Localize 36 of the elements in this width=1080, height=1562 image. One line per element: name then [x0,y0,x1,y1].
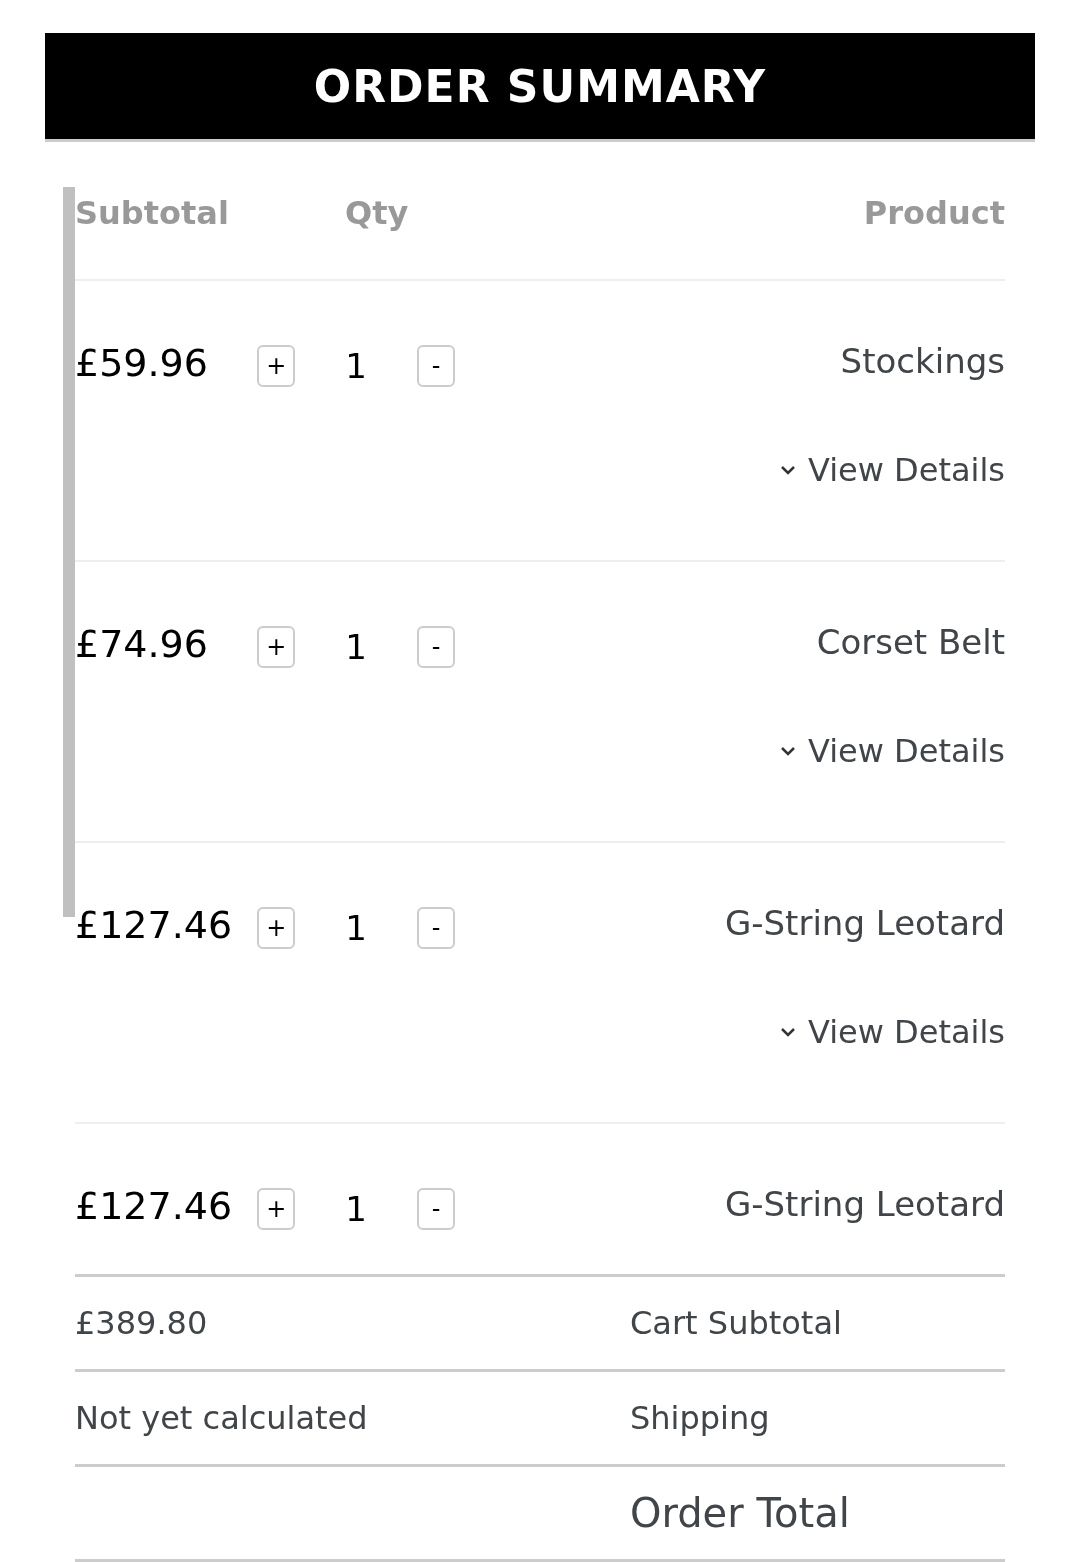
decrease-button[interactable]: - [417,626,455,668]
item-subtotal: £74.96 [75,622,209,666]
view-details-link[interactable]: View Details [779,1013,1005,1051]
total-value: Not yet calculated [75,1399,369,1437]
header-title: ORDER SUMMARY [45,33,1035,142]
quantity: 1 [345,627,367,667]
chevron-down-icon [779,465,796,475]
item-subtotal: £127.46 [75,1184,234,1228]
column-header: Subtotal [75,194,230,232]
chevron-down-icon [779,1027,796,1037]
column-header: Qty [345,194,410,232]
decrease-button[interactable]: - [417,1188,455,1230]
scrollbar[interactable] [63,187,75,917]
view-details-link[interactable]: View Details [779,451,1005,489]
quantity: 1 [345,1189,367,1229]
item-subtotal: £127.46 [75,903,234,947]
product-name: G-String Leotard [724,903,1005,943]
increase-button[interactable]: + [257,1188,296,1230]
increase-button[interactable]: + [257,345,296,387]
product-name: G-String Leotard [724,1184,1005,1224]
quantity: 1 [345,346,367,386]
product-name: Stockings [840,341,1005,381]
total-label: Cart Subtotal [630,1304,843,1342]
total-label: Order Total [630,1490,851,1536]
quantity: 1 [345,908,367,948]
increase-button[interactable]: + [257,907,296,949]
total-value: £389.80 [75,1304,209,1342]
decrease-button[interactable]: - [417,907,455,949]
chevron-down-icon [779,746,796,756]
increase-button[interactable]: + [257,626,296,668]
product-name: Corset Belt [816,622,1005,662]
item-subtotal: £59.96 [75,341,209,385]
total-label: Shipping [630,1399,771,1437]
decrease-button[interactable]: - [417,345,455,387]
column-header: Product [862,194,1005,232]
view-details-link[interactable]: View Details [779,732,1005,770]
